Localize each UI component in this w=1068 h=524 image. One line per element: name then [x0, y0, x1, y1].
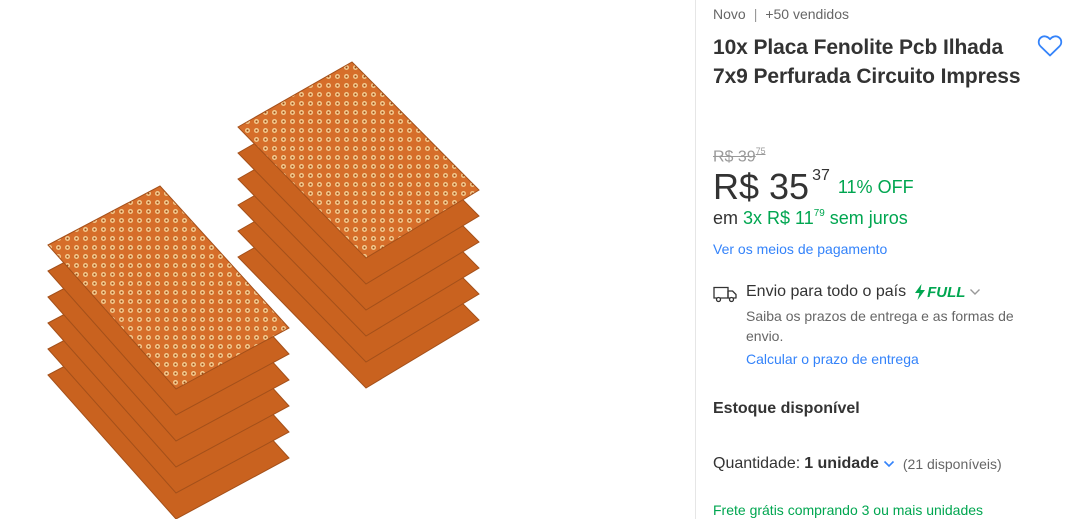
original-price-main: R$ 39: [713, 148, 756, 166]
product-subtitle: Novo | +50 vendidos: [713, 6, 849, 22]
original-price: R$ 3975: [713, 145, 766, 166]
shipping-title-text: Envio para todo o país: [746, 283, 907, 300]
quantity-selector[interactable]: Quantidade: 1 unidade (21 disponíveis): [713, 455, 1002, 473]
installments-prefix: em: [713, 208, 739, 228]
stock-label: Estoque disponível: [713, 400, 860, 417]
product-title: 10x Placa Fenolite Pcb Ilhada 7x9 Perfur…: [713, 36, 1021, 88]
full-badge[interactable]: FULL: [914, 284, 982, 301]
lightning-icon: [915, 284, 926, 300]
installments-amount: 3x R$ 1179: [743, 208, 825, 228]
installments-amount-main: 3x R$ 11: [743, 208, 814, 228]
current-price-cents: 37: [812, 167, 830, 184]
calculate-delivery-link[interactable]: Calcular o prazo de entrega: [746, 351, 1046, 367]
current-price: R$ 35 37 11% OFF: [713, 165, 914, 209]
original-price-cents: 75: [755, 145, 766, 156]
panel-divider: [695, 0, 696, 519]
quantity-label: Quantidade:: [713, 455, 801, 472]
subtitle-separator: |: [753, 6, 758, 22]
heart-icon: [1037, 35, 1063, 57]
installments-suffix: sem juros: [829, 208, 908, 228]
favorite-button[interactable]: [1037, 34, 1063, 58]
discount-badge: 11% OFF: [837, 177, 914, 197]
free-shipping-note: Frete grátis comprando 3 ou mais unidade…: [713, 502, 984, 518]
available-count: (21 disponíveis): [902, 456, 1002, 472]
full-badge-label: FULL: [927, 283, 966, 301]
current-price-main: R$ 35: [713, 166, 810, 207]
shipping-description: Saiba os prazos de entrega e as formas d…: [746, 308, 1014, 344]
installments-cents: 79: [813, 207, 825, 219]
shipping-title: Envio para todo o país FULL: [746, 283, 1046, 301]
chevron-down-icon: [970, 289, 981, 295]
shipping-body: Envio para todo o país FULL Saiba os pra…: [746, 283, 1046, 367]
condition-label: Novo: [713, 6, 746, 22]
sold-count: +50 vendidos: [765, 6, 850, 22]
installments: em 3x R$ 1179 sem juros: [713, 208, 908, 229]
quantity-chevron-down-icon[interactable]: [883, 460, 895, 468]
quantity-value[interactable]: 1 unidade: [804, 455, 879, 473]
truck-icon: [713, 286, 737, 303]
payment-methods-link[interactable]: Ver os meios de pagamento: [713, 241, 887, 257]
product-image-gallery[interactable]: [0, 0, 695, 520]
product-image[interactable]: [0, 0, 695, 520]
